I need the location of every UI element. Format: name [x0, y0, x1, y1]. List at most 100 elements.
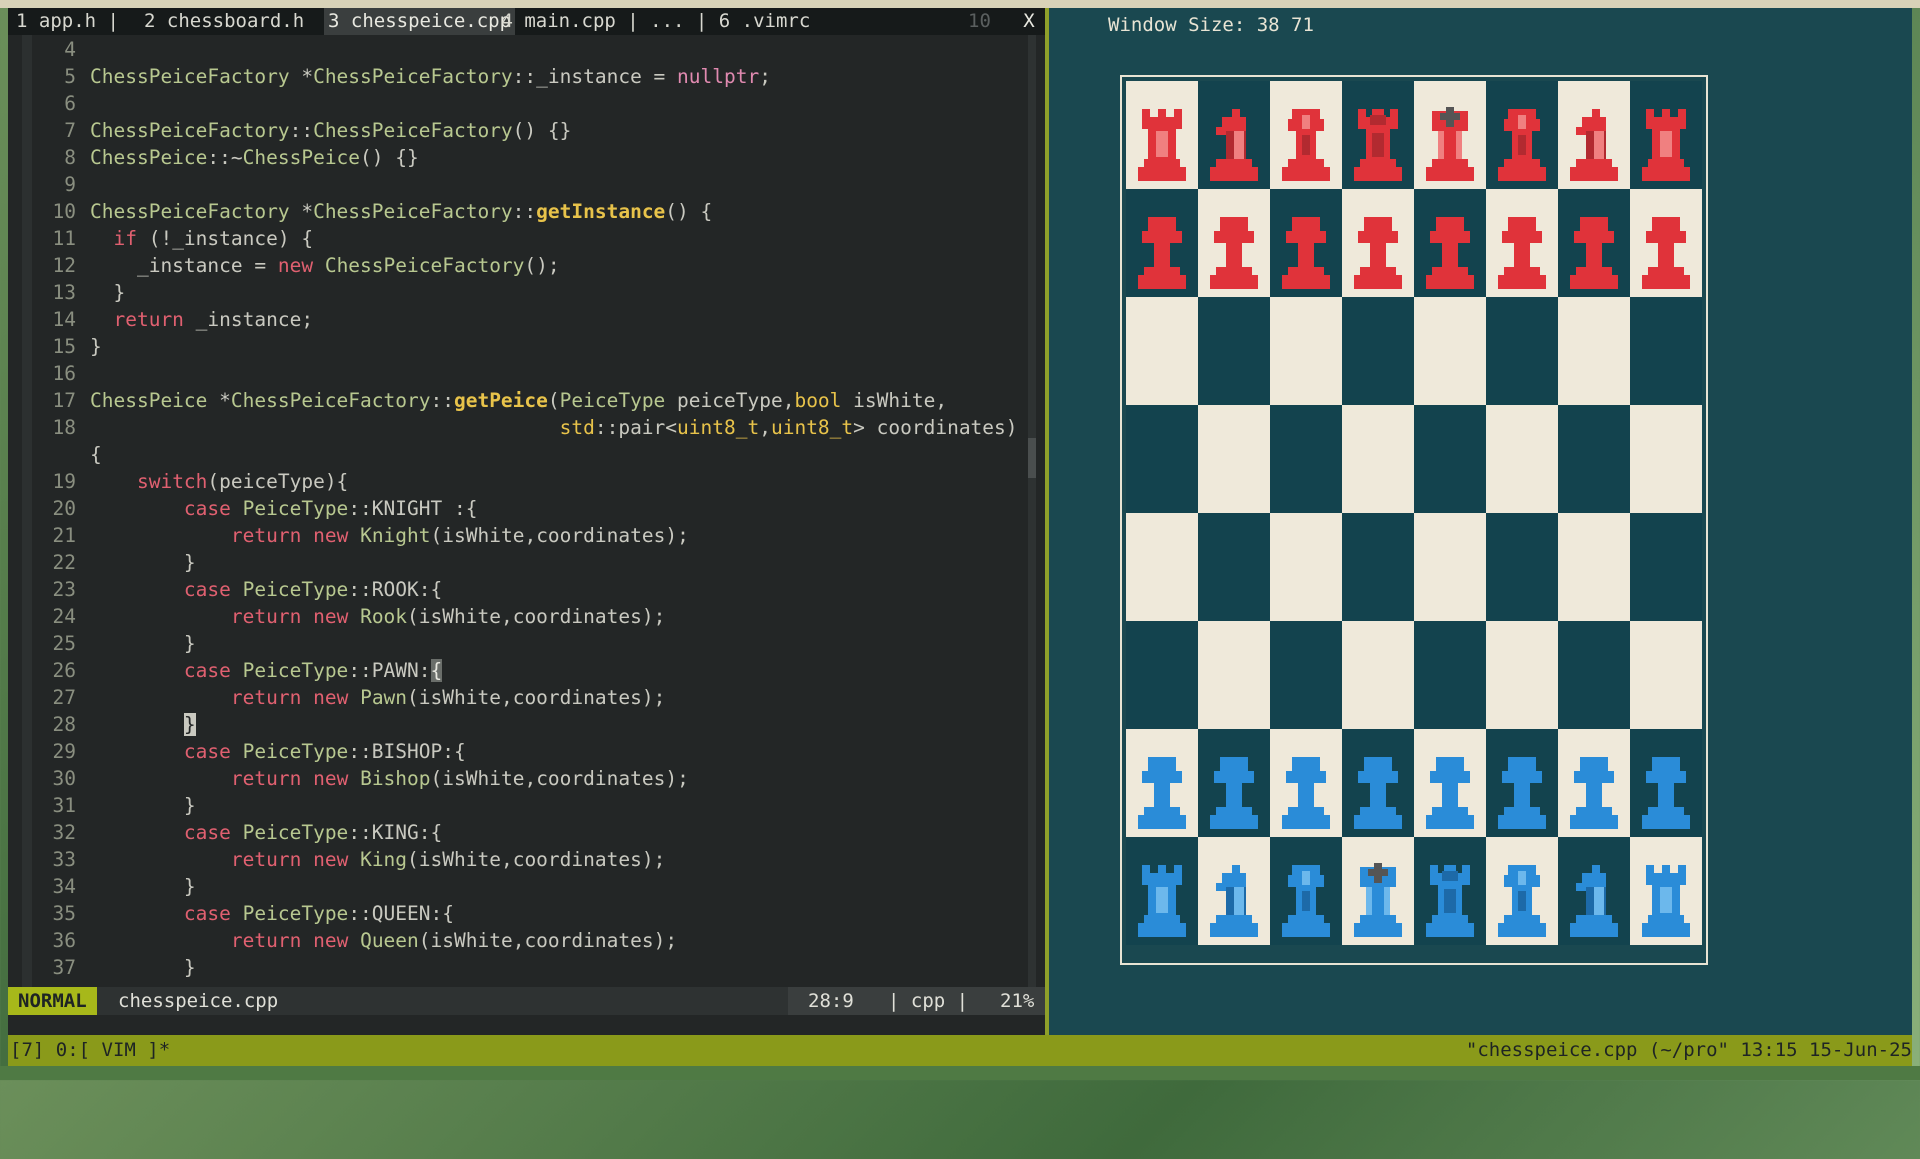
- code-text[interactable]: ChessPeiceFactory *ChessPeiceFactory::ge…: [90, 198, 712, 225]
- board-square[interactable]: [1486, 81, 1558, 189]
- scrollbar-thumb[interactable]: [1028, 438, 1036, 478]
- board-square[interactable]: [1558, 189, 1630, 297]
- board-square[interactable]: [1630, 729, 1702, 837]
- code-text[interactable]: ChessPeiceFactory *ChessPeiceFactory::_i…: [90, 63, 771, 90]
- red-pawn-icon[interactable]: [1278, 213, 1334, 289]
- blue-king-icon[interactable]: [1350, 861, 1406, 937]
- board-square[interactable]: [1630, 297, 1702, 405]
- red-rook-icon[interactable]: [1134, 105, 1190, 181]
- code-text[interactable]: _instance = new ChessPeiceFactory();: [90, 252, 560, 279]
- code-text[interactable]: switch(peiceType){: [90, 468, 348, 495]
- blue-pawn-icon[interactable]: [1638, 753, 1694, 829]
- blue-pawn-icon[interactable]: [1422, 753, 1478, 829]
- code-text[interactable]: ChessPeiceFactory::ChessPeiceFactory() {…: [90, 117, 571, 144]
- board-square[interactable]: [1342, 297, 1414, 405]
- board-square[interactable]: [1270, 189, 1342, 297]
- vim-command-line[interactable]: [8, 1015, 1045, 1035]
- red-pawn-icon[interactable]: [1494, 213, 1550, 289]
- board-square[interactable]: [1198, 189, 1270, 297]
- code-text[interactable]: if (!_instance) {: [90, 225, 313, 252]
- blue-knight-icon[interactable]: [1566, 861, 1622, 937]
- board-square[interactable]: [1414, 513, 1486, 621]
- board-square[interactable]: [1270, 837, 1342, 945]
- code-text[interactable]: {: [90, 441, 102, 468]
- code-text[interactable]: return new Pawn(isWhite,coordinates);: [90, 684, 665, 711]
- blue-rook-icon[interactable]: [1134, 861, 1190, 937]
- board-square[interactable]: [1486, 837, 1558, 945]
- board-square[interactable]: [1414, 189, 1486, 297]
- board-square[interactable]: [1270, 621, 1342, 729]
- red-pawn-icon[interactable]: [1422, 213, 1478, 289]
- board-square[interactable]: [1342, 837, 1414, 945]
- code-text[interactable]: case PeiceType::ROOK:{: [90, 576, 442, 603]
- code-text[interactable]: }: [90, 333, 102, 360]
- chess-game-pane[interactable]: Window Size: 38 71: [1049, 8, 1912, 1035]
- board-square[interactable]: [1198, 81, 1270, 189]
- board-square[interactable]: [1486, 189, 1558, 297]
- board-square[interactable]: [1558, 513, 1630, 621]
- red-king-icon[interactable]: [1422, 105, 1478, 181]
- code-text[interactable]: return new Queen(isWhite,coordinates);: [90, 927, 677, 954]
- code-text[interactable]: case PeiceType::KING:{: [90, 819, 442, 846]
- board-square[interactable]: [1270, 405, 1342, 513]
- board-square[interactable]: [1486, 729, 1558, 837]
- code-text[interactable]: }: [90, 873, 196, 900]
- code-text[interactable]: }: [90, 711, 196, 738]
- board-square[interactable]: [1414, 297, 1486, 405]
- code-text[interactable]: std::pair<uint8_t,uint8_t> coordinates): [90, 414, 1018, 441]
- board-square[interactable]: [1414, 729, 1486, 837]
- board-square[interactable]: [1558, 837, 1630, 945]
- code-text[interactable]: }: [90, 549, 196, 576]
- board-square[interactable]: [1342, 405, 1414, 513]
- board-square[interactable]: [1126, 621, 1198, 729]
- board-square[interactable]: [1558, 297, 1630, 405]
- blue-pawn-icon[interactable]: [1350, 753, 1406, 829]
- board-square[interactable]: [1486, 621, 1558, 729]
- vim-pane[interactable]: 1 app.h | 2 chessboard.h 3 chesspeice.cp…: [8, 8, 1045, 1035]
- code-text[interactable]: }: [90, 630, 196, 657]
- blue-pawn-icon[interactable]: [1566, 753, 1622, 829]
- tab-chessboard-h[interactable]: 2 chessboard.h: [140, 8, 320, 35]
- blue-queen-icon[interactable]: [1422, 861, 1478, 937]
- code-text[interactable]: ChessPeice *ChessPeiceFactory::getPeice(…: [90, 387, 947, 414]
- red-pawn-icon[interactable]: [1206, 213, 1262, 289]
- close-tab-button[interactable]: X: [1013, 8, 1045, 35]
- red-bishop-icon[interactable]: [1494, 105, 1550, 181]
- board-square[interactable]: [1558, 729, 1630, 837]
- code-text[interactable]: }: [90, 792, 196, 819]
- blue-rook-icon[interactable]: [1638, 861, 1694, 937]
- board-square[interactable]: [1126, 297, 1198, 405]
- chessboard[interactable]: [1126, 81, 1702, 945]
- red-queen-icon[interactable]: [1350, 105, 1406, 181]
- blue-bishop-icon[interactable]: [1494, 861, 1550, 937]
- tab-main-cpp-vimrc[interactable]: 4 main.cpp | ... | 6 .vimrc: [486, 8, 814, 35]
- code-text[interactable]: case PeiceType::KNIGHT :{: [90, 495, 478, 522]
- board-square[interactable]: [1270, 513, 1342, 621]
- board-square[interactable]: [1414, 621, 1486, 729]
- tmux-window-list[interactable]: [7] 0:[ VIM ]*: [10, 1035, 170, 1066]
- board-square[interactable]: [1198, 621, 1270, 729]
- board-square[interactable]: [1126, 81, 1198, 189]
- blue-pawn-icon[interactable]: [1278, 753, 1334, 829]
- board-square[interactable]: [1198, 837, 1270, 945]
- board-square[interactable]: [1414, 405, 1486, 513]
- board-square[interactable]: [1630, 405, 1702, 513]
- red-pawn-icon[interactable]: [1638, 213, 1694, 289]
- code-text[interactable]: case PeiceType::BISHOP:{: [90, 738, 466, 765]
- code-text[interactable]: return new Rook(isWhite,coordinates);: [90, 603, 665, 630]
- red-rook-icon[interactable]: [1638, 105, 1694, 181]
- board-square[interactable]: [1342, 621, 1414, 729]
- board-square[interactable]: [1414, 837, 1486, 945]
- code-text[interactable]: }: [90, 954, 196, 981]
- blue-bishop-icon[interactable]: [1278, 861, 1334, 937]
- code-text[interactable]: return new Knight(isWhite,coordinates);: [90, 522, 689, 549]
- red-pawn-icon[interactable]: [1350, 213, 1406, 289]
- board-square[interactable]: [1342, 81, 1414, 189]
- board-square[interactable]: [1342, 189, 1414, 297]
- blue-pawn-icon[interactable]: [1206, 753, 1262, 829]
- board-square[interactable]: [1630, 189, 1702, 297]
- board-square[interactable]: [1630, 621, 1702, 729]
- code-text[interactable]: return new Bishop(isWhite,coordinates);: [90, 765, 689, 792]
- code-text[interactable]: ChessPeice::~ChessPeice() {}: [90, 144, 419, 171]
- board-square[interactable]: [1630, 837, 1702, 945]
